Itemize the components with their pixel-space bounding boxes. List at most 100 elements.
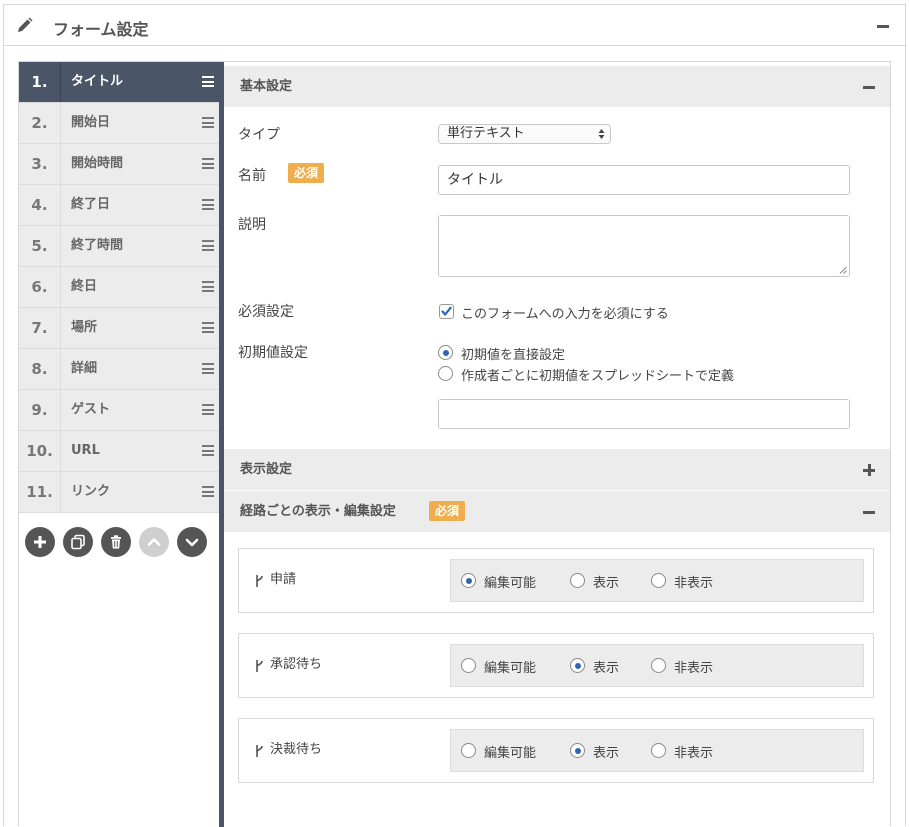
show-radio[interactable] — [570, 658, 585, 673]
name-input-value: タイトル — [447, 172, 503, 188]
copy-button[interactable] — [63, 527, 93, 557]
delete-button[interactable] — [101, 527, 131, 557]
default-spreadsheet-radio[interactable] — [438, 366, 453, 381]
edit-label[interactable]: 編集可能 — [484, 657, 536, 676]
drag-handle-icon[interactable] — [202, 240, 214, 251]
drag-handle-icon[interactable] — [202, 76, 214, 87]
item-label: 終了時間 — [71, 238, 124, 253]
hide-label[interactable]: 非表示 — [674, 657, 713, 676]
drag-handle-icon[interactable] — [202, 199, 214, 210]
hide-radio[interactable] — [651, 743, 666, 758]
list-item[interactable]: 10. URL — [19, 431, 219, 472]
drag-handle-icon[interactable] — [202, 158, 214, 169]
required-badge: 必須 — [288, 163, 325, 183]
drag-handle-icon[interactable] — [202, 363, 214, 374]
pencil-icon — [18, 17, 33, 32]
resize-grip-icon[interactable] — [839, 266, 847, 274]
list-item[interactable]: 7. 場所 — [19, 308, 219, 349]
item-number: 6. — [19, 267, 61, 307]
default-direct-label[interactable]: 初期値を直接設定 — [461, 344, 565, 363]
branch-icon — [256, 575, 263, 587]
collapse-icon[interactable] — [862, 80, 876, 94]
route-options: 編集可能 表示 非表示 — [450, 559, 864, 602]
item-label: 開始日 — [71, 115, 111, 130]
default-direct-radio[interactable] — [438, 345, 453, 360]
drag-handle-icon[interactable] — [202, 404, 214, 415]
show-radio[interactable] — [570, 573, 585, 588]
item-number: 4. — [19, 185, 61, 225]
required-checkbox-label[interactable]: このフォームへの入力を必須にする — [461, 303, 669, 322]
panel-title: フォーム設定 — [53, 20, 149, 39]
add-button[interactable] — [25, 527, 55, 557]
panel-header: フォーム設定 — [4, 5, 905, 46]
route-options: 編集可能 表示 非表示 — [450, 729, 864, 772]
list-item[interactable]: 9. ゲスト — [19, 390, 219, 431]
item-label: 終日 — [71, 279, 98, 294]
drag-handle-icon[interactable] — [202, 117, 214, 128]
default-spreadsheet-label[interactable]: 作成者ごとに初期値をスプレッドシートで定義 — [461, 365, 734, 384]
drag-handle-icon[interactable] — [202, 486, 214, 497]
branch-icon — [256, 660, 263, 672]
edit-label[interactable]: 編集可能 — [484, 742, 536, 761]
branch-icon — [256, 745, 263, 757]
add-icon — [34, 536, 46, 548]
list-item[interactable]: 4. 終了日 — [19, 185, 219, 226]
edit-radio[interactable] — [461, 743, 476, 758]
hide-radio[interactable] — [651, 658, 666, 673]
hide-radio[interactable] — [651, 573, 666, 588]
item-label: 詳細 — [71, 361, 98, 376]
list-divider — [219, 62, 224, 827]
hide-label[interactable]: 非表示 — [674, 742, 713, 761]
route-row: 決裁待ち 編集可能 表示 非表示 — [238, 718, 874, 783]
copy-icon — [71, 534, 85, 550]
show-label[interactable]: 表示 — [593, 572, 619, 591]
default-value-input[interactable] — [438, 399, 850, 429]
item-label: 終了日 — [71, 197, 111, 212]
route-row: 承認待ち 編集可能 表示 非表示 — [238, 633, 874, 698]
list-item[interactable]: 8. 詳細 — [19, 349, 219, 390]
move-up-button[interactable] — [139, 527, 169, 557]
list-item[interactable]: 5. 終了時間 — [19, 226, 219, 267]
name-label: 名前 — [238, 168, 266, 184]
required-checkbox[interactable] — [439, 304, 454, 319]
name-input[interactable]: タイトル — [438, 165, 850, 195]
panel-collapse-icon[interactable] — [876, 19, 890, 33]
item-number: 1. — [19, 62, 61, 102]
list-item[interactable]: 2. 開始日 — [19, 103, 219, 144]
move-down-button[interactable] — [177, 527, 207, 557]
list-item[interactable]: 3. 開始時間 — [19, 144, 219, 185]
chevron-up-icon — [147, 538, 161, 546]
expand-icon[interactable] — [862, 463, 876, 477]
basic-settings-header[interactable]: 基本設定 — [224, 66, 890, 107]
drag-handle-icon[interactable] — [202, 281, 214, 292]
list-item[interactable]: 11. リンク — [19, 472, 219, 513]
list-item[interactable]: 6. 終日 — [19, 267, 219, 308]
edit-radio[interactable] — [461, 573, 476, 588]
show-label[interactable]: 表示 — [593, 742, 619, 761]
section-title: 表示設定 — [240, 462, 293, 477]
section-title: 基本設定 — [240, 79, 293, 94]
route-settings-header[interactable]: 経路ごとの表示・編集設定 必須 — [224, 491, 890, 532]
form-workspace: 1. タイトル 2. 開始日 3. 開始時間 4. 終了日 5. 終了時間 6.… — [18, 61, 891, 827]
required-badge: 必須 — [429, 501, 466, 521]
type-select[interactable]: 単行テキスト — [438, 124, 611, 144]
collapse-icon[interactable] — [862, 505, 876, 519]
item-number: 3. — [19, 144, 61, 184]
item-label: URL — [71, 443, 100, 458]
section-title: 経路ごとの表示・編集設定 — [240, 504, 396, 519]
list-item[interactable]: 1. タイトル — [19, 62, 219, 103]
description-label: 説明 — [238, 217, 266, 233]
item-number: 11. — [19, 472, 61, 512]
hide-label[interactable]: 非表示 — [674, 572, 713, 591]
show-label[interactable]: 表示 — [593, 657, 619, 676]
form-settings-panel: フォーム設定 1. タイトル 2. 開始日 3. 開始時間 4. 終了日 5. … — [3, 4, 906, 827]
display-settings-header[interactable]: 表示設定 — [224, 449, 890, 490]
edit-label[interactable]: 編集可能 — [484, 572, 536, 591]
drag-handle-icon[interactable] — [202, 445, 214, 456]
description-textarea[interactable] — [438, 215, 850, 277]
show-radio[interactable] — [570, 743, 585, 758]
edit-radio[interactable] — [461, 658, 476, 673]
item-number: 8. — [19, 349, 61, 389]
check-icon — [441, 306, 452, 316]
drag-handle-icon[interactable] — [202, 322, 214, 333]
